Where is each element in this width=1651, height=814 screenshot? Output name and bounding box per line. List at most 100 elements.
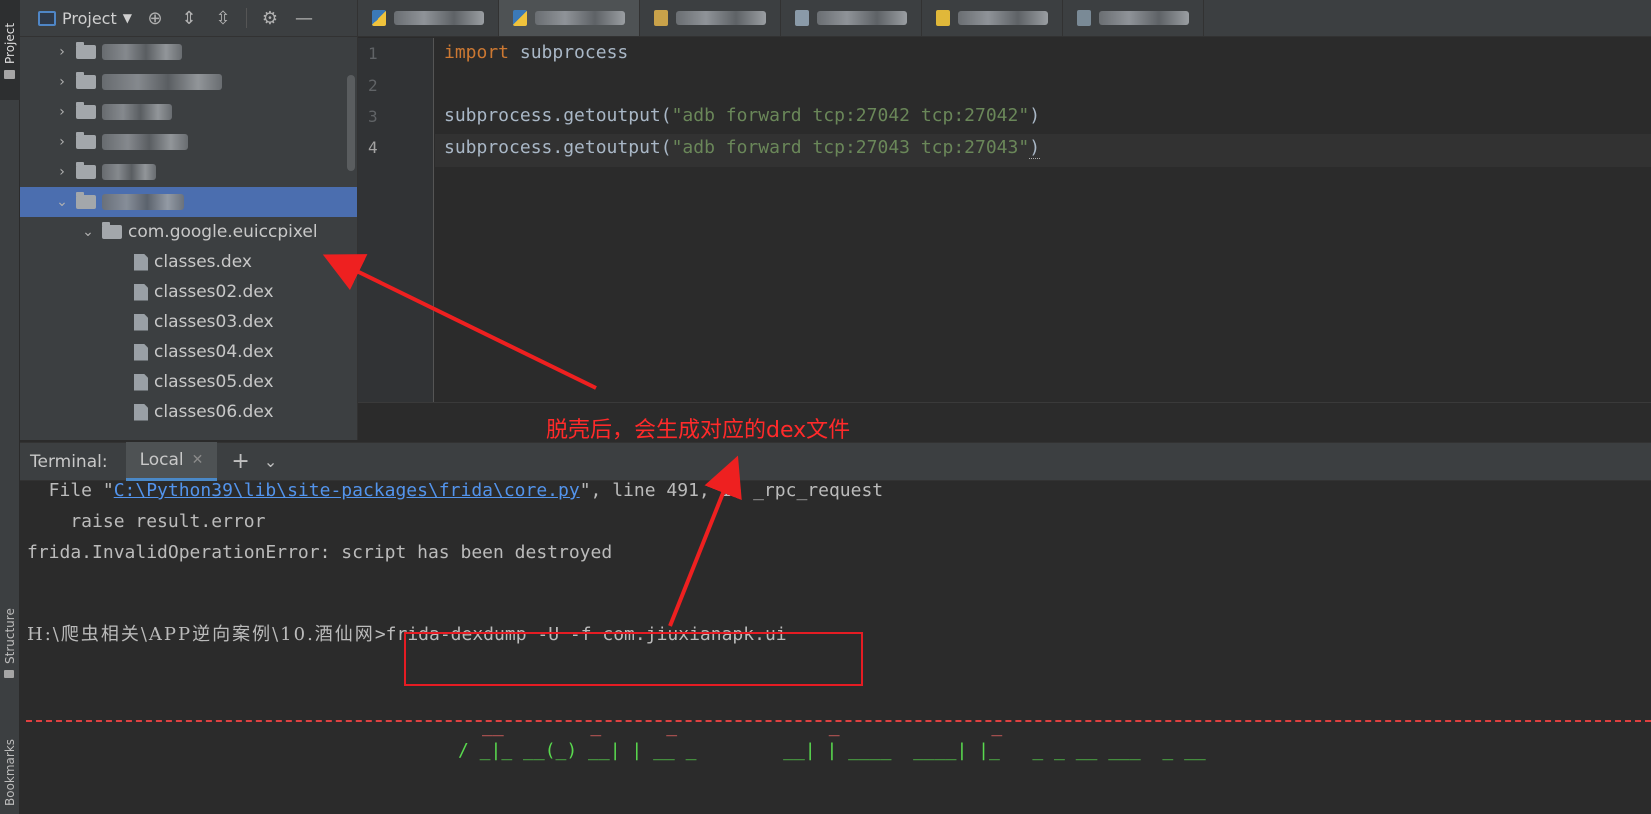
chevron-down-icon[interactable]: ⌄ (80, 224, 96, 240)
chevron-right-icon[interactable]: › (54, 164, 70, 180)
annotation-text: 脱壳后，会生成对应的dex文件 (546, 418, 851, 443)
tree-file-row[interactable]: classes05.dex (20, 367, 357, 397)
folder-icon (76, 72, 96, 89)
keyword-token: import (444, 42, 510, 63)
close-icon[interactable]: ✕ (192, 452, 204, 468)
unknown-file-icon (134, 403, 148, 421)
locate-icon[interactable]: ⊕ (144, 7, 166, 29)
chevron-down-icon[interactable]: ⌄ (54, 194, 70, 210)
line-number: 3 (368, 107, 378, 126)
code-line: subprocess.getoutput("adb forward tcp:27… (444, 105, 1040, 126)
code-token: subprocess.getoutput( (444, 105, 672, 126)
unknown-file-icon (134, 253, 148, 271)
project-view-selector[interactable]: Project ▼ (38, 9, 132, 28)
blurred-tab-title (1099, 11, 1189, 25)
tree-file-row[interactable]: classes06.dex (20, 397, 357, 427)
editor-tab[interactable] (358, 0, 499, 36)
chevron-right-icon[interactable]: › (54, 74, 70, 90)
line-number-current: 4 (368, 138, 378, 157)
editor-tab[interactable] (1063, 0, 1204, 36)
terminal-separator-line (26, 720, 1651, 722)
structure-icon (4, 670, 14, 678)
expand-all-icon[interactable]: ⇕ (178, 7, 200, 29)
bookmarks-tool-tab[interactable]: Bookmarks (0, 710, 20, 814)
file-name: classes05.dex (154, 372, 274, 392)
chevron-down-icon[interactable]: ⌄ (264, 452, 277, 471)
string-token: "adb forward tcp:27042 tcp:27042" (671, 105, 1030, 126)
line-number: 1 (368, 44, 378, 63)
project-tree: › › › › › ⌄ ⌄ com.google.euiccpixel clas… (20, 37, 357, 427)
folder-icon (76, 102, 96, 119)
string-token: "adb forward tcp:27043 tcp:27043" (671, 137, 1030, 158)
file-link[interactable]: C:\Python39\lib\site-packages\frida\core… (114, 481, 580, 501)
editor-tab[interactable] (781, 0, 922, 36)
structure-tool-tab[interactable]: Structure (0, 580, 20, 680)
chevron-right-icon[interactable]: › (54, 104, 70, 120)
blurred-folder-name (102, 194, 184, 210)
editor-tab-bar (358, 0, 1651, 37)
tree-package-row[interactable]: ⌄ com.google.euiccpixel (20, 217, 357, 247)
code-editor[interactable]: 1 2 3 4 import subprocess subprocess.get… (358, 38, 1651, 402)
editor-tab-active[interactable] (499, 0, 640, 36)
tree-folder-row[interactable]: › (20, 157, 357, 187)
tree-file-row[interactable]: classes02.dex (20, 277, 357, 307)
folder-icon (76, 192, 96, 209)
code-token: ) (1029, 105, 1041, 126)
highlight-box (404, 632, 863, 686)
chevron-right-icon[interactable]: › (54, 134, 70, 150)
code-line: import subprocess (444, 42, 628, 63)
project-panel: Project ▼ ⊕ ⇕ ⇳ ⚙ — › › › › › ⌄ ⌄ com.go… (20, 0, 358, 440)
project-scrollbar[interactable] (347, 75, 355, 171)
editor-tab[interactable] (640, 0, 781, 36)
blurred-tab-title (817, 11, 907, 25)
blurred-tab-title (394, 11, 484, 25)
gear-icon[interactable]: ⚙ (259, 7, 281, 29)
tree-folder-row[interactable]: › (20, 67, 357, 97)
blurred-folder-name (102, 164, 156, 180)
terminal-tab-label: Local (139, 450, 184, 470)
prompt-path: H:\爬虫相关\APP逆向案例\10.酒仙网 (27, 624, 375, 645)
folder-icon (4, 70, 15, 79)
tree-folder-row[interactable]: › (20, 97, 357, 127)
file-name: classes06.dex (154, 402, 274, 422)
terminal-text: ", line 491, in _rpc_request (579, 481, 884, 501)
terminal-line: frida.InvalidOperationError: script has … (27, 542, 613, 563)
blurred-folder-name (102, 44, 182, 60)
chevron-right-icon[interactable]: › (54, 44, 70, 60)
file-name: classes03.dex (154, 312, 274, 332)
tree-file-row[interactable]: classes.dex (20, 247, 357, 277)
project-tool-tab[interactable]: Project (0, 0, 20, 100)
project-panel-title: Project (62, 8, 117, 28)
unknown-file-icon (134, 313, 148, 331)
file-icon (936, 10, 950, 26)
unknown-file-icon (134, 343, 148, 361)
terminal-text: File " (27, 481, 114, 501)
terminal-tab-local[interactable]: Local ✕ (125, 442, 218, 481)
minimize-icon[interactable]: — (293, 7, 315, 29)
chevron-down-icon: ▼ (122, 11, 132, 25)
code-token: ) (1029, 137, 1041, 159)
tree-file-row[interactable]: classes04.dex (20, 337, 357, 367)
code-line: subprocess.getoutput("adb forward tcp:27… (444, 137, 1041, 159)
terminal-line: File "C:\Python39\lib\site-packages\frid… (27, 481, 883, 501)
python-file-icon (513, 10, 527, 26)
project-panel-header: Project ▼ ⊕ ⇕ ⇳ ⚙ — (20, 0, 357, 37)
file-name: classes.dex (154, 252, 252, 272)
tree-folder-row[interactable]: › (20, 37, 357, 67)
blurred-folder-name (102, 104, 172, 120)
python-file-icon (372, 10, 386, 26)
collapse-all-icon[interactable]: ⇳ (212, 7, 234, 29)
header-divider (245, 8, 247, 28)
project-window-icon (38, 10, 56, 26)
file-name: classes02.dex (154, 282, 274, 302)
terminal-label: Terminal: (30, 451, 108, 472)
tree-folder-row[interactable]: › (20, 127, 357, 157)
tree-file-row[interactable]: classes03.dex (20, 307, 357, 337)
add-icon[interactable]: + (231, 449, 249, 474)
project-tool-tab-label: Project (3, 22, 17, 64)
structure-tool-tab-label: Structure (3, 608, 17, 664)
editor-tab[interactable] (922, 0, 1063, 36)
line-number-gutter: 1 2 3 4 (358, 38, 434, 402)
tree-folder-row-selected[interactable]: ⌄ (20, 187, 357, 217)
file-icon (795, 10, 809, 26)
